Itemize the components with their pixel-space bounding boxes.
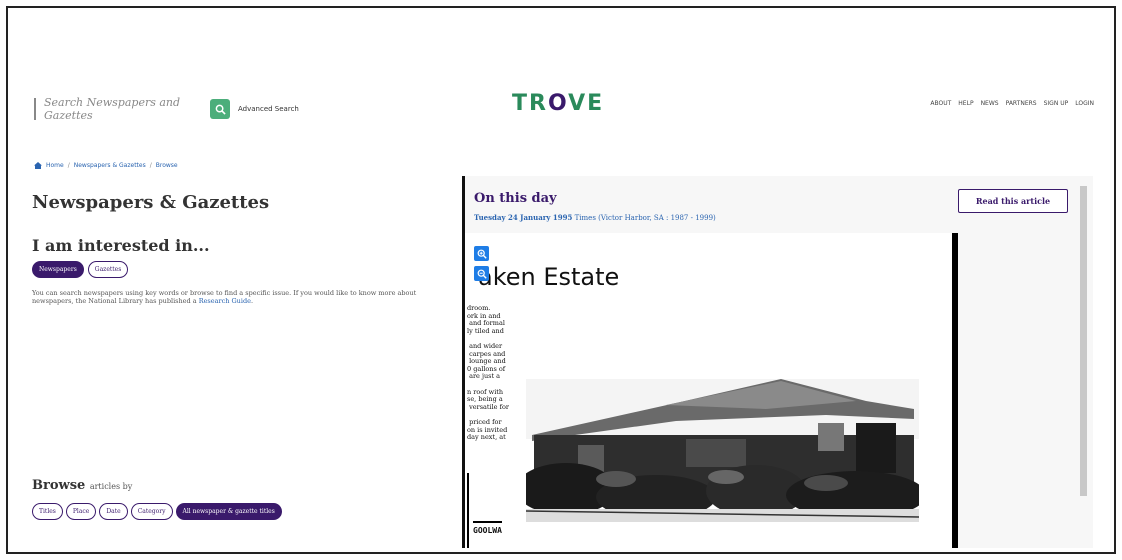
breadcrumb-home[interactable]: Home xyxy=(46,162,64,169)
search-input[interactable]: Search Newspapers and Gazettes xyxy=(44,96,204,122)
logo-text-left: TR xyxy=(512,91,548,116)
nav-news[interactable]: NEWS xyxy=(981,100,999,107)
home-icon xyxy=(34,162,42,169)
search-button[interactable] xyxy=(210,99,230,119)
nav-sign-up[interactable]: SIGN UP xyxy=(1044,100,1069,107)
scan-column-text: droom. ork in and and formal ly tiled an… xyxy=(467,304,510,442)
research-guide-link[interactable]: Research Guide xyxy=(199,297,251,305)
panel-scrollbar[interactable] xyxy=(1080,186,1087,496)
logo-text-o: O xyxy=(547,91,569,116)
breadcrumb-browse[interactable]: Browse xyxy=(156,162,178,169)
nav-help[interactable]: HELP xyxy=(958,100,973,107)
interest-filter: Newspapers Gazettes xyxy=(32,261,129,278)
zoom-in-button[interactable] xyxy=(474,246,489,261)
zoom-in-icon xyxy=(477,249,487,259)
browse-sub-label: articles by xyxy=(89,482,133,491)
read-article-button[interactable]: Read this article xyxy=(958,189,1068,213)
breadcrumb: Home / Newspapers & Gazettes / Browse xyxy=(34,162,178,169)
page-title: Newspapers & Gazettes xyxy=(32,192,270,213)
browse-titles-pill[interactable]: Titles xyxy=(32,503,63,520)
breadcrumb-separator: / xyxy=(67,162,70,169)
zoom-out-button[interactable] xyxy=(474,266,489,281)
browse-date-pill[interactable]: Date xyxy=(99,503,128,520)
logo-text-right: VE xyxy=(568,91,605,116)
advanced-search-link[interactable]: Advanced Search xyxy=(238,105,299,113)
house-photo xyxy=(526,379,919,522)
breadcrumb-newspapers[interactable]: Newspapers & Gazettes xyxy=(74,162,146,169)
gazettes-pill[interactable]: Gazettes xyxy=(87,261,129,278)
browse-all-titles-pill[interactable]: All newspaper & gazette titles xyxy=(175,503,282,520)
zoom-out-icon xyxy=(477,269,487,279)
nav-login[interactable]: LOGIN xyxy=(1075,100,1094,107)
breadcrumb-separator: / xyxy=(149,162,152,169)
on-this-day-heading: On this day xyxy=(474,191,557,206)
scan-goolwa-label: GOOLWA xyxy=(473,521,502,535)
nav-about[interactable]: ABOUT xyxy=(930,100,951,107)
search-area: Search Newspapers and Gazettes Advanced … xyxy=(34,96,299,122)
top-nav: ABOUT HELP NEWS PARTNERS SIGN UP LOGIN xyxy=(930,100,1094,107)
browse-label: Browse xyxy=(32,478,86,493)
search-input-caret xyxy=(34,98,36,120)
article-source: Times (Victor Harbor, SA : 1987 - 1999) xyxy=(574,214,716,222)
browse-filter: Titles Place Date Category All newspaper… xyxy=(32,503,282,520)
intro-text-end: . xyxy=(250,297,254,305)
scan-page-edge xyxy=(952,233,958,548)
search-icon xyxy=(215,104,226,115)
scan-headline: aken Estate xyxy=(478,263,620,291)
browse-place-pill[interactable]: Place xyxy=(65,503,97,520)
nav-partners[interactable]: PARTNERS xyxy=(1006,100,1037,107)
article-date-line: Tuesday 24 January 1995 Times (Victor Ha… xyxy=(474,213,716,222)
scan-column-rule xyxy=(467,473,469,548)
trove-logo[interactable]: TROVE xyxy=(512,91,604,116)
browse-category-pill[interactable]: Category xyxy=(130,503,173,520)
article-date: Tuesday 24 January 1995 xyxy=(474,213,573,222)
browse-heading: Browse articles by xyxy=(32,478,132,493)
newspapers-pill[interactable]: Newspapers xyxy=(32,261,84,278)
newspaper-scan[interactable]: aken Estate droom. ork in and and formal… xyxy=(465,233,952,548)
intro-text: You can search newspapers using key word… xyxy=(32,289,452,305)
interest-heading: I am interested in... xyxy=(32,236,210,255)
